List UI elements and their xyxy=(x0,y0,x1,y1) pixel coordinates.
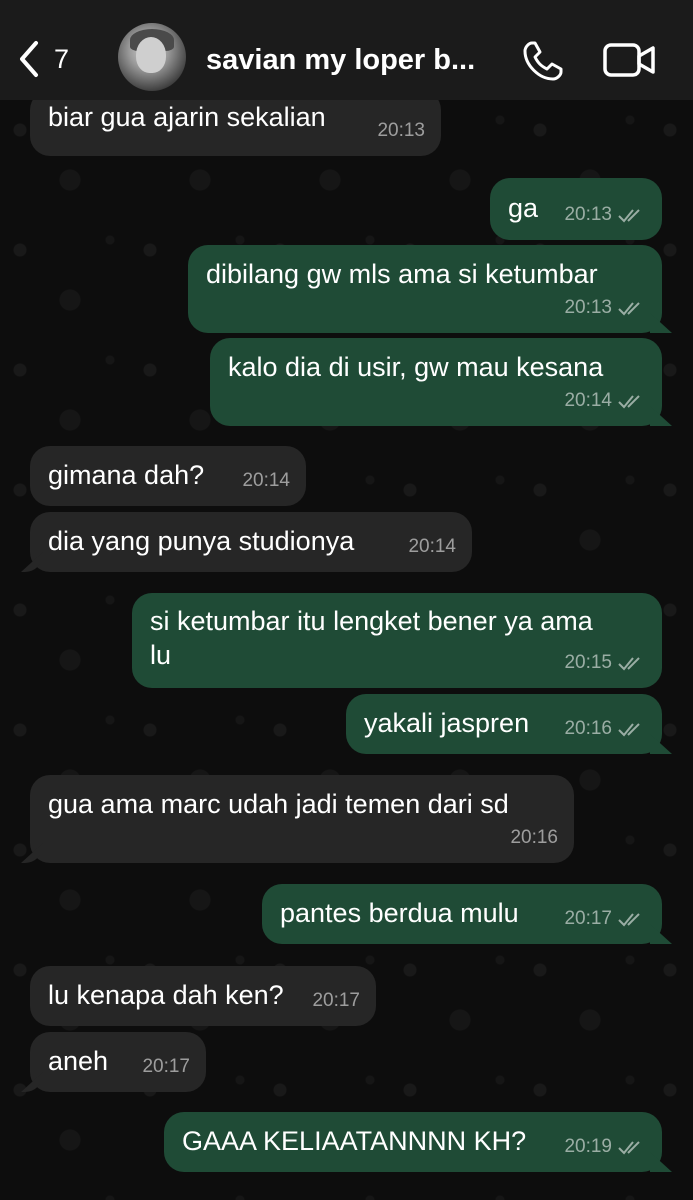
message-list[interactable]: biar gua ajarin sekalian 20:13 ga 20:13 … xyxy=(0,100,693,1200)
message-meta: 20:13 xyxy=(377,114,425,148)
message-time: 20:14 xyxy=(408,536,456,557)
message-meta: 20:15 xyxy=(564,646,646,680)
phone-icon xyxy=(523,41,563,81)
message-meta: 20:13 xyxy=(564,198,646,232)
unread-count: 7 xyxy=(54,43,70,74)
message-bubble-incoming[interactable]: aneh 20:17 xyxy=(30,1032,206,1092)
message-text-line: lu xyxy=(150,640,172,670)
chevron-left-icon xyxy=(20,41,38,77)
message-bubble-incoming[interactable]: gimana dah? 20:14 xyxy=(30,446,306,506)
message-text: lu kenapa dah ken? xyxy=(48,980,284,1010)
video-camera-icon xyxy=(603,43,655,77)
message-bubble-outgoing[interactable]: si ketumbar itu lengket bener ya ama lu … xyxy=(132,593,662,688)
double-check-icon xyxy=(618,657,640,671)
message-bubble-outgoing[interactable]: pantes berdua mulu 20:17 xyxy=(262,884,662,944)
message-meta: 20:14 xyxy=(564,384,646,418)
message-meta: 20:16 xyxy=(564,712,646,746)
message-bubble-incoming[interactable]: dia yang punya studionya 20:14 xyxy=(30,512,472,572)
message-time: 20:13 xyxy=(564,297,612,318)
chat-header: 7 savian my loper b... xyxy=(0,0,693,100)
message-meta: 20:14 xyxy=(408,530,456,564)
message-text: dia yang punya studionya xyxy=(48,526,355,556)
message-time: 20:16 xyxy=(510,827,558,848)
back-button[interactable]: 7 xyxy=(14,36,84,82)
double-check-icon xyxy=(618,209,640,223)
message-time: 20:13 xyxy=(377,120,425,141)
message-bubble-incoming[interactable]: gua ama marc udah jadi temen dari sd 20:… xyxy=(30,775,574,863)
message-meta: 20:17 xyxy=(564,902,646,936)
message-meta: 20:14 xyxy=(242,464,290,498)
message-text: kalo dia di usir, gw mau kesana xyxy=(228,352,604,382)
double-check-icon xyxy=(618,913,640,927)
message-text: ga xyxy=(508,193,539,223)
message-time: 20:17 xyxy=(312,990,360,1011)
message-time: 20:19 xyxy=(564,1136,612,1157)
message-time: 20:14 xyxy=(564,390,612,411)
message-time: 20:17 xyxy=(142,1056,190,1077)
message-text: GAAA KELIAATANNNN KH? xyxy=(182,1126,527,1156)
message-bubble-outgoing[interactable]: ga 20:13 xyxy=(490,178,662,240)
message-text: biar gua ajarin sekalian xyxy=(48,102,326,132)
message-bubble-incoming[interactable]: lu kenapa dah ken? 20:17 xyxy=(30,966,376,1026)
double-check-icon xyxy=(618,723,640,737)
message-bubble-outgoing[interactable]: kalo dia di usir, gw mau kesana 20:14 xyxy=(210,338,662,426)
message-meta: 20:17 xyxy=(142,1050,190,1084)
message-bubble-outgoing[interactable]: GAAA KELIAATANNNN KH? 20:19 xyxy=(164,1112,662,1172)
message-bubble-incoming[interactable]: biar gua ajarin sekalian 20:13 xyxy=(30,100,441,156)
double-check-icon xyxy=(618,1141,640,1155)
message-meta: 20:19 xyxy=(564,1130,646,1164)
message-text: gimana dah? xyxy=(48,460,205,490)
message-meta: 20:17 xyxy=(312,984,360,1018)
contact-name[interactable]: savian my loper b... xyxy=(206,44,496,77)
video-call-button[interactable] xyxy=(602,40,656,80)
message-text: dibilang gw mls ama si ketumbar xyxy=(206,259,598,289)
message-time: 20:13 xyxy=(564,204,612,225)
message-bubble-outgoing[interactable]: dibilang gw mls ama si ketumbar 20:13 xyxy=(188,245,662,333)
avatar[interactable] xyxy=(118,23,186,91)
message-text: gua ama marc udah jadi temen dari sd xyxy=(48,789,509,819)
message-text: aneh xyxy=(48,1046,109,1076)
voice-call-button[interactable] xyxy=(520,38,566,84)
double-check-icon xyxy=(618,395,640,409)
message-text: pantes berdua mulu xyxy=(280,898,519,928)
message-time: 20:15 xyxy=(564,652,612,673)
message-bubble-outgoing[interactable]: yakali jaspren 20:16 xyxy=(346,694,662,754)
message-meta: 20:13 xyxy=(564,291,646,325)
double-check-icon xyxy=(618,302,640,316)
message-text: yakali jaspren xyxy=(364,708,530,738)
message-meta: 20:16 xyxy=(510,821,558,855)
message-text-line: si ketumbar itu lengket bener ya ama xyxy=(150,606,593,636)
message-time: 20:16 xyxy=(564,718,612,739)
message-time: 20:14 xyxy=(242,470,290,491)
message-time: 20:17 xyxy=(564,908,612,929)
